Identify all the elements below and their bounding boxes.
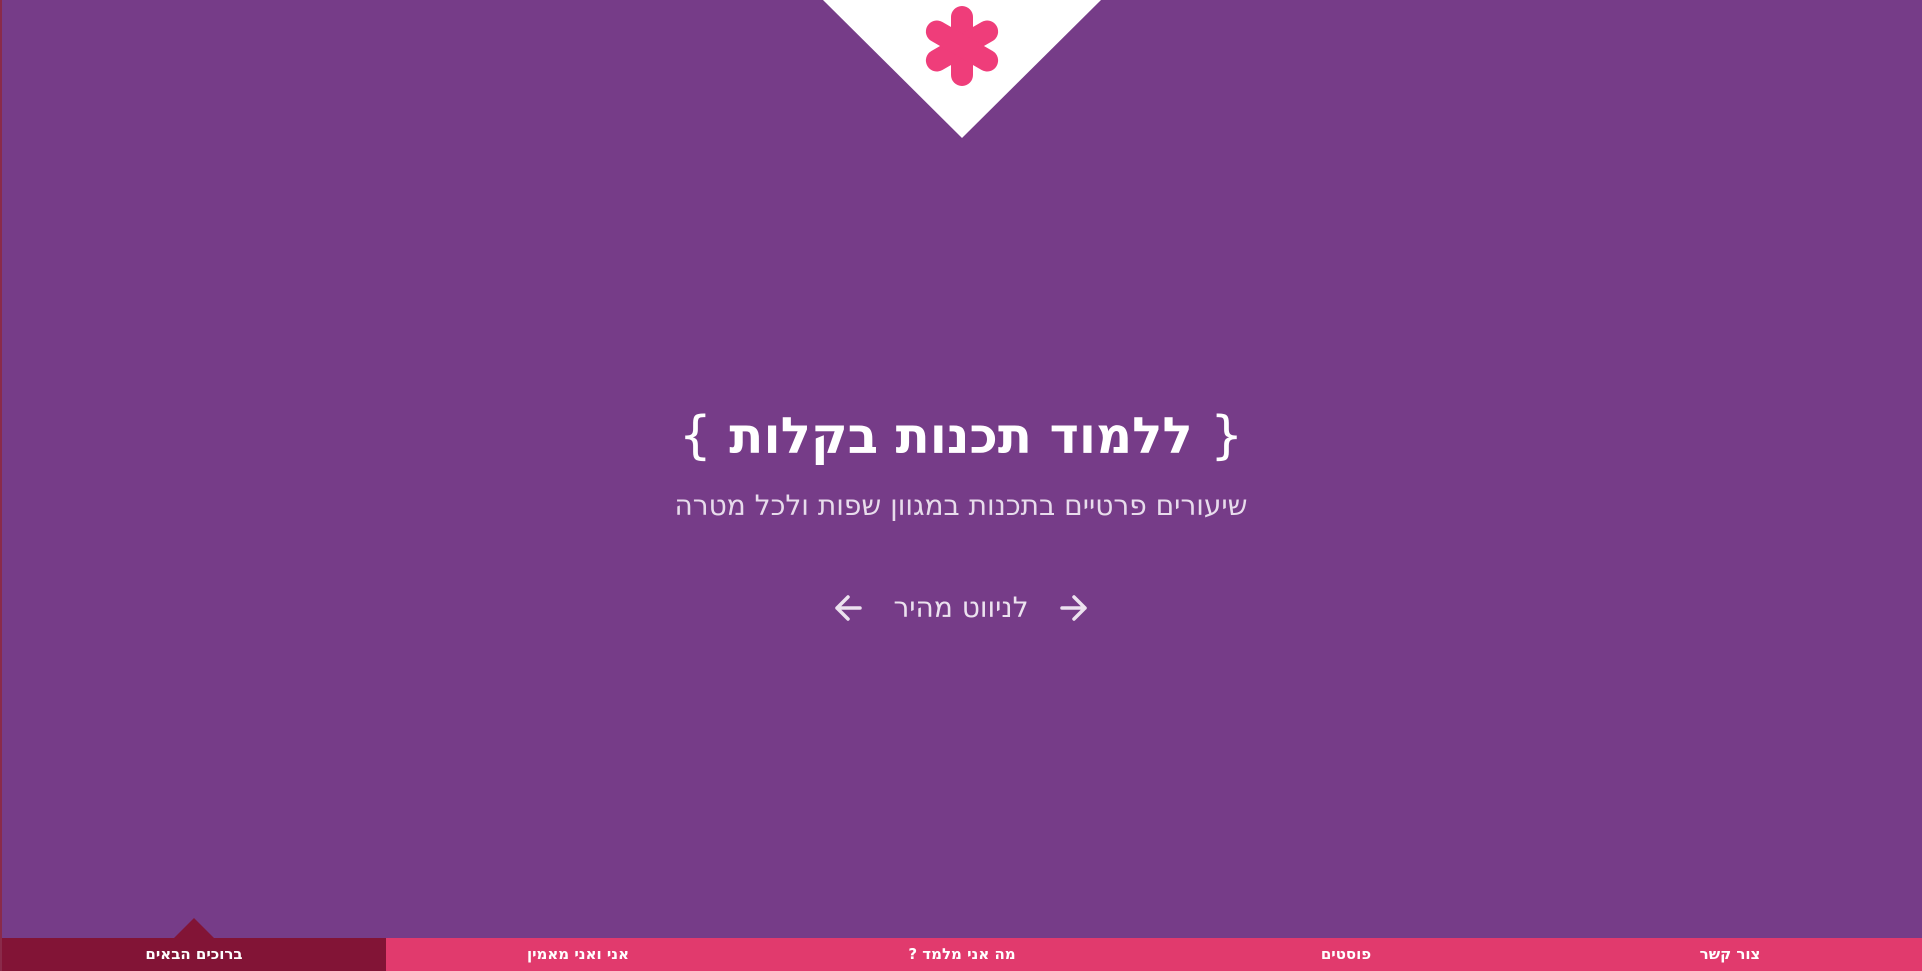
nav-item-what-i-teach[interactable]: מה אני מלמד ? [770,938,1154,971]
nav-item-contact[interactable]: צור קשר [1538,938,1922,971]
arrow-left-icon[interactable] [833,593,863,623]
arrow-right-icon[interactable] [1059,593,1089,623]
nav-item-about[interactable]: אני ואני מאמין [386,938,770,971]
hero-section: { ללמוד תכנות בקלות } שיעורים פרטיים בתכ… [0,402,1922,526]
logo[interactable] [823,0,1101,140]
logo-badge [823,0,1101,138]
open-brace: { [1210,406,1244,466]
hero-subtitle: שיעורים פרטיים בתכנות במגוון שפות ולכל מ… [674,489,1248,522]
hero-title-text: ללמוד תכנות בקלות [729,407,1193,465]
quick-nav-label[interactable]: לניווט מהיר [893,588,1028,628]
nav-item-welcome[interactable]: ברוכים הבאים [2,918,386,971]
close-brace: } [678,406,712,466]
nav-item-posts[interactable]: פוסטים [1154,938,1538,971]
quick-nav: לניווט מהיר [0,588,1922,628]
bottom-nav: ברוכים הבאים אני ואני מאמין מה אני מלמד … [2,918,1922,971]
hero-title: { ללמוד תכנות בקלות } [0,402,1922,470]
